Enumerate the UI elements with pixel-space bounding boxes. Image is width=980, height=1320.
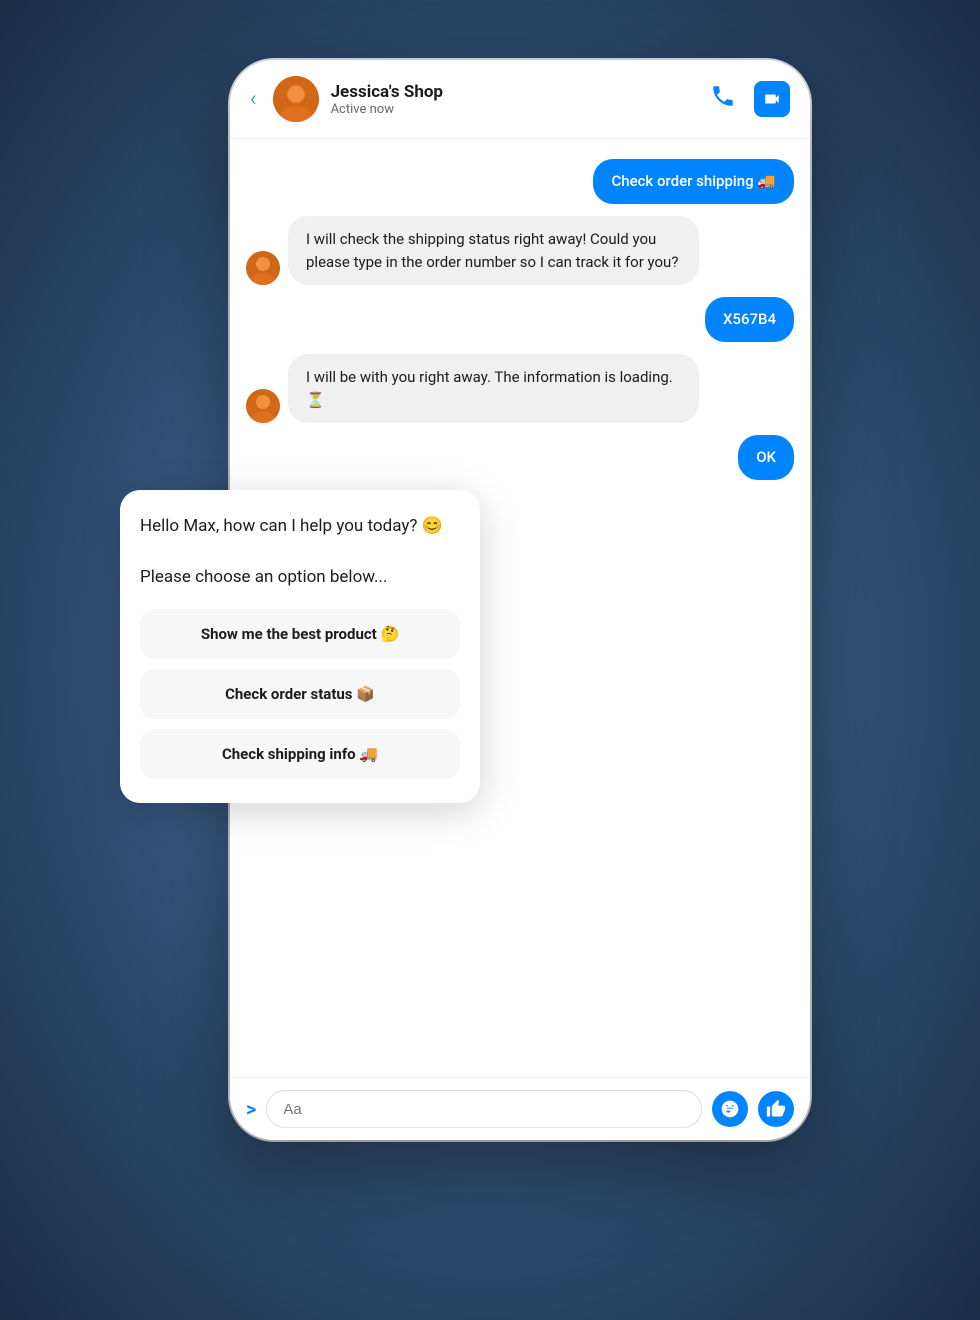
shop-name: Jessica's Shop <box>331 82 698 102</box>
popup-card: Hello Max, how can I help you today? 😊Pl… <box>120 490 480 803</box>
bot-avatar-1 <box>246 251 280 285</box>
shop-avatar <box>273 76 319 122</box>
bubble-in-1: I will check the shipping status right a… <box>288 216 699 285</box>
header-info: Jessica's Shop Active now <box>331 82 698 117</box>
input-area: > <box>230 1077 810 1140</box>
bubble-out-2: X567B4 <box>705 297 794 342</box>
popup-option-1[interactable]: Show me the best product 🤔 <box>140 609 460 659</box>
expand-button[interactable]: > <box>246 1097 256 1121</box>
popup-greeting: Hello Max, how can I help you today? 😊Pl… <box>140 514 460 591</box>
bubble-out-3: OK <box>738 435 794 480</box>
header-actions <box>710 81 790 117</box>
popup-option-2[interactable]: Check order status 📦 <box>140 669 460 719</box>
popup-option-3[interactable]: Check shipping info 🚚 <box>140 729 460 779</box>
message-input[interactable] <box>266 1090 702 1128</box>
message-out-1: Check order shipping 🚚 <box>246 159 794 204</box>
bot-avatar-2 <box>246 389 280 423</box>
phone-container: ‹ Jessica's Shop Active now <box>150 60 830 1210</box>
message-out-3: OK <box>246 435 794 480</box>
video-call-button[interactable] <box>754 81 790 117</box>
emoji-button[interactable] <box>712 1091 748 1127</box>
message-in-2: I will be with you right away. The infor… <box>246 354 794 423</box>
message-in-1: I will check the shipping status right a… <box>246 216 794 285</box>
bubble-in-2: I will be with you right away. The infor… <box>288 354 699 423</box>
bubble-out-1: Check order shipping 🚚 <box>593 159 794 204</box>
back-button[interactable]: ‹ <box>250 87 257 112</box>
message-out-2: X567B4 <box>246 297 794 342</box>
call-button[interactable] <box>710 83 736 115</box>
shop-status: Active now <box>331 102 698 117</box>
chat-header: ‹ Jessica's Shop Active now <box>230 60 810 139</box>
like-button[interactable] <box>758 1091 794 1127</box>
